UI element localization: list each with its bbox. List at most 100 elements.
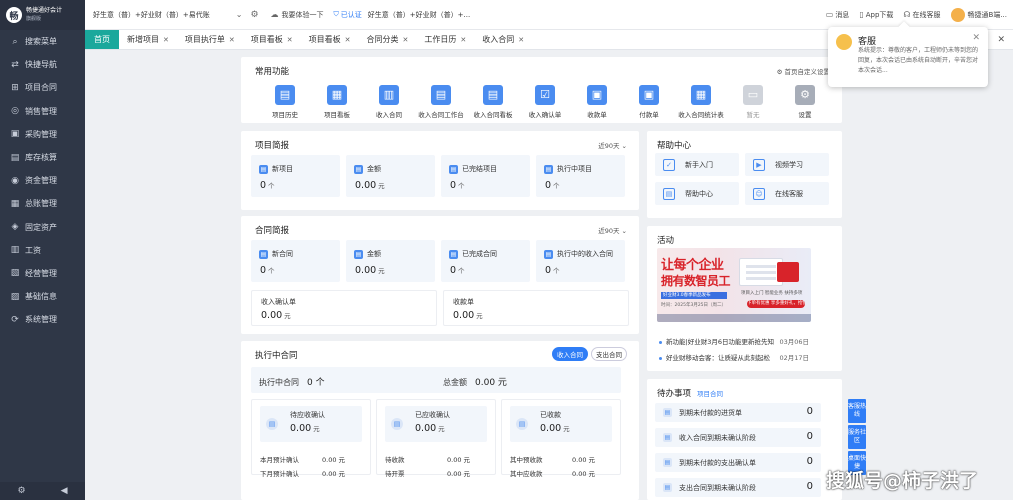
close-icon[interactable]: ✕ xyxy=(163,36,169,44)
function-shortcut[interactable]: ▥ 收入合同 xyxy=(363,85,415,119)
function-shortcut[interactable]: ▦ 项目看板 xyxy=(311,85,363,119)
news-item[interactable]: 好业财移动会客：让质疑从此刻起松 02月17日 xyxy=(659,352,809,362)
close-icon[interactable]: ✕ xyxy=(403,36,409,44)
stat-card[interactable]: ▤ 执行中的收入合同 0 个 xyxy=(536,240,625,282)
sidebar-item-label: 经营管理 xyxy=(25,268,57,278)
function-shortcut[interactable]: ▤ 收入合同工作台 xyxy=(415,85,467,119)
close-icon[interactable]: ✕ xyxy=(518,36,524,44)
sidebar-item[interactable]: ▧ 经营管理 xyxy=(0,262,85,285)
function-shortcut[interactable]: ▭ 暂无 xyxy=(727,85,779,119)
contract-summary-card[interactable]: ▤ 已收款 0.00 元其中预收款 0.00 元其中应收款 0.00 元 xyxy=(501,399,621,478)
todo-item[interactable]: ▤ 收入合同到期未确认阶段 0 xyxy=(655,428,821,447)
stat-card[interactable]: ▤ 执行中项目 0 个 xyxy=(536,155,625,197)
function-shortcut[interactable]: ▣ 收款单 xyxy=(571,85,623,119)
tab[interactable]: 收入合同 ✕ xyxy=(474,30,532,49)
function-shortcut[interactable]: ▣ 付款单 xyxy=(623,85,675,119)
settings-icon[interactable]: ⚙ xyxy=(18,486,26,496)
todo-label: 支出合同到期未确认阶段 xyxy=(679,484,756,492)
sidebar-item[interactable]: ▦ 总账管理 xyxy=(0,192,85,215)
product-select[interactable]: 好生意（普）+好业财（普）+易代账 ⌄ xyxy=(93,10,242,20)
period-select[interactable]: 近90天 ⌄ xyxy=(598,225,627,235)
message-button[interactable]: ▭ 消息 xyxy=(826,10,850,20)
contract-summary-card[interactable]: ▤ 待应收确认 0.00 元本月预计确认 0.00 元下月预计确认 0.00 元 xyxy=(251,399,371,478)
close-icon[interactable]: ✕ xyxy=(972,33,980,43)
toggle-income[interactable]: 收入合同 xyxy=(552,347,588,361)
sidebar-item[interactable]: ◎ 销售管理 xyxy=(0,100,85,123)
help-item[interactable]: ▤ 帮助中心 xyxy=(655,182,739,205)
sidebar-item[interactable]: ⟳ 系统管理 xyxy=(0,308,85,331)
verified-badge[interactable]: ⛉ 已认证 xyxy=(334,10,362,20)
period-select[interactable]: 近90天 ⌄ xyxy=(598,140,627,150)
app-download-button[interactable]: ▯ App下载 xyxy=(859,10,893,20)
function-shortcut[interactable]: ⚙ 设置 xyxy=(779,85,831,119)
sidebar-item[interactable]: ◉ 资金管理 xyxy=(0,169,85,192)
function-shortcut[interactable]: ☑ 收入确认单 xyxy=(519,85,571,119)
online-service-button[interactable]: ☊ 在线客服 xyxy=(903,10,940,20)
stat-value: 0.00 元 xyxy=(355,180,385,191)
panel-title: 合同简报 xyxy=(255,226,290,236)
receipt-box[interactable]: 收款单 0.00 元 xyxy=(443,290,629,326)
user-menu[interactable]: 畅捷通B端... xyxy=(950,7,1007,22)
help-item[interactable]: ▶ 视频学习 xyxy=(745,153,829,176)
contract-icon: ▥ xyxy=(379,85,399,105)
close-all-icon[interactable]: ✕ xyxy=(997,30,1013,49)
sidebar-item[interactable]: ▨ 基础信息 xyxy=(0,285,85,308)
sidebar-item[interactable]: ◈ 固定资产 xyxy=(0,216,85,239)
collapse-icon[interactable]: ◀ xyxy=(61,486,68,496)
function-shortcut[interactable]: ▤ 收入合同看板 xyxy=(467,85,519,119)
tab[interactable]: 项目看板 ✕ xyxy=(301,30,359,49)
close-icon[interactable]: ✕ xyxy=(460,36,466,44)
sidebar-item[interactable]: ⌕ 搜索菜单 xyxy=(0,30,85,53)
brand[interactable]: 畅 畅捷通好会计 旗舰版 xyxy=(0,0,85,30)
product-summary: 好生意（普）+好业财（普）+... xyxy=(367,10,471,19)
help-item[interactable]: ☺ 在线客服 xyxy=(745,182,829,205)
banner-strip: 好业财3.0春季新品发布 xyxy=(661,292,727,299)
banner-date: 时间：2025年3月25日（周二） xyxy=(661,303,727,308)
todo-count: 0 xyxy=(806,481,813,492)
function-shortcut[interactable]: ▤ 项目历史 xyxy=(259,85,311,119)
sidebar-item-label: 系统管理 xyxy=(25,315,57,325)
stat-icon: ▤ xyxy=(259,164,268,174)
stat-card[interactable]: ▤ 新项目 0 个 xyxy=(251,155,340,197)
tab[interactable]: 首页 xyxy=(85,30,119,49)
close-icon[interactable]: ✕ xyxy=(345,36,351,44)
trial-link[interactable]: ☁ 我要体验一下 xyxy=(271,10,324,20)
stat-card[interactable]: ▤ 已完成合同 0 个 xyxy=(441,240,530,282)
help-item[interactable]: ✓ 新手入门 xyxy=(655,153,739,176)
tab-label: 项目看板 xyxy=(250,35,283,44)
tab[interactable]: 合同分类 ✕ xyxy=(359,30,417,49)
tab[interactable]: 工作日历 ✕ xyxy=(416,30,474,49)
homepage-settings-link[interactable]: ⚙ 首页自定义设置 xyxy=(777,66,830,76)
shortcut-icon: ⇄ xyxy=(11,59,19,70)
stat-card[interactable]: ▤ 新合同 0 个 xyxy=(251,240,340,282)
stat-card[interactable]: ▤ 金额 0.00 元 xyxy=(346,240,435,282)
stat-card[interactable]: ▤ 已完结项目 0 个 xyxy=(441,155,530,197)
income-confirm-box[interactable]: 收入确认单 0.00 元 xyxy=(251,290,437,326)
close-icon[interactable]: ✕ xyxy=(287,36,293,44)
card-value: 0.00 元 xyxy=(290,423,320,434)
side-tab[interactable]: 客服热线 xyxy=(848,399,866,423)
sidebar-item[interactable]: ▤ 库存核算 xyxy=(0,146,85,169)
tab[interactable]: 项目看板 ✕ xyxy=(243,30,301,49)
side-tab[interactable]: 服务社区 xyxy=(848,425,866,449)
function-shortcut[interactable]: ▦ 收入合同统计表 xyxy=(675,85,727,119)
todo-item[interactable]: ▤ 到期未付款的进货单 0 xyxy=(655,403,821,422)
news-item[interactable]: 新功能|好业财3月6日功能更新抢先知 03月06日 xyxy=(659,336,809,346)
close-icon[interactable]: ✕ xyxy=(229,36,235,44)
sidebar-item[interactable]: ▥ 工资 xyxy=(0,239,85,262)
tab[interactable]: 新增项目 ✕ xyxy=(119,30,177,49)
activity-banner[interactable]: 让每个企业 拥有数智员工 好业财3.0春季新品发布 时间：2025年3月25日（… xyxy=(657,248,811,322)
settings-icon[interactable]: ⚙ xyxy=(250,10,258,20)
toggle-expense[interactable]: 支出合同 xyxy=(591,347,627,361)
todo-tag[interactable]: 项目合同 xyxy=(697,388,723,398)
tab[interactable]: 项目执行单 ✕ xyxy=(177,30,243,49)
stat-card[interactable]: ▤ 金额 0.00 元 xyxy=(346,155,435,197)
todo-item[interactable]: ▤ 到期未付款的支出确认单 0 xyxy=(655,453,821,472)
contract-summary-card[interactable]: ▤ 已应收确认 0.00 元待收款 0.00 元待开票 0.00 元 xyxy=(376,399,496,478)
todo-item[interactable]: ▤ 支出合同到期未确认阶段 0 xyxy=(655,478,821,497)
popup-message: 系统提示：尊敬的客户，工程师仍未等到您的回复，本次会话已由系统自动断开，辛苦您对… xyxy=(858,47,979,74)
sidebar-item[interactable]: ⊞ 项目合同 xyxy=(0,76,85,99)
sidebar-item-label: 基础信息 xyxy=(25,292,57,302)
sidebar-item[interactable]: ⇄ 快捷导航 xyxy=(0,53,85,76)
sidebar-item[interactable]: ▣ 采购管理 xyxy=(0,123,85,146)
